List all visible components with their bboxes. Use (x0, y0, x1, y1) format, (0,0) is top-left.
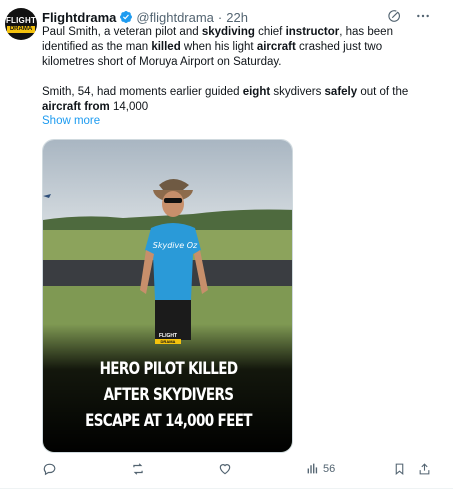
tweet-text-segment: Paul Smith, a veteran pilot and (42, 26, 202, 38)
reply-button[interactable] (42, 462, 60, 476)
tweet-card[interactable]: FLIGHT DRAMA Flightdrama @flightdrama · … (0, 0, 453, 489)
tweet-media-image[interactable]: Skydive Oz FLIGHT DRAMA HERO PILOT KILLE… (42, 139, 293, 453)
tweet-text-bold-segment: aircraft (42, 101, 81, 113)
tweet-text-segment: out of the (357, 86, 409, 98)
tweet-text-bold-segment: safely (324, 86, 358, 98)
tweet-text-bold-segment: instructor (285, 26, 340, 38)
shirt-logo-text: Skydive Oz (153, 241, 198, 250)
grok-icon[interactable] (387, 9, 401, 23)
share-icon (418, 462, 431, 476)
repost-button[interactable] (130, 462, 150, 476)
tweet-text-bold-segment: from (84, 101, 110, 113)
verified-badge-icon (119, 10, 133, 24)
media-headline: HERO PILOT KILLED AFTER SKYDIVERS ESCAPE… (66, 356, 272, 434)
watermark-logo-line2: DRAMA (155, 339, 181, 344)
views-count: 56 (323, 462, 336, 475)
tweet-text-segment: chief (254, 26, 286, 38)
tweet-text-segment: when his light (180, 41, 257, 53)
like-button[interactable] (218, 462, 236, 476)
tweet-text-segment: 14,000 (109, 101, 149, 113)
avatar-logo-line2: DRAMA (6, 25, 36, 33)
watermark-logo: FLIGHT DRAMA (155, 333, 181, 344)
tweet-text-segment: skydivers (270, 86, 325, 98)
reply-icon (42, 462, 56, 476)
show-more-link[interactable]: Show more (42, 115, 100, 127)
tweet-text-paragraph-1: Paul Smith, a veteran pilot and skydivin… (42, 25, 422, 70)
headline-line: AFTER SKYDIVERS (103, 385, 234, 404)
repost-icon (130, 462, 146, 476)
tweet-text-bold-segment: eight (242, 86, 271, 98)
author-display-name[interactable]: Flightdrama (42, 10, 116, 25)
tweet-text-bold-segment: skydiving (201, 26, 255, 38)
views-icon (306, 462, 319, 475)
author-handle[interactable]: @flightdrama (136, 10, 214, 25)
tweet-text-bold-segment: killed (151, 41, 181, 53)
headline-line: ESCAPE AT 14,000 FEET (85, 411, 252, 430)
top-actions (387, 8, 431, 24)
like-icon (218, 462, 232, 476)
tweet-text-bold-segment: aircraft (256, 41, 296, 53)
bookmark-icon (393, 462, 406, 476)
tweet-text-segment: Smith, 54, had moments earlier guided (42, 86, 243, 98)
more-icon[interactable] (415, 8, 431, 24)
avatar[interactable]: FLIGHT DRAMA (5, 8, 37, 40)
share-button[interactable] (418, 462, 431, 476)
tweet-action-bar: 56 (0, 462, 453, 480)
header-separator: · (217, 9, 223, 25)
tweet-timestamp[interactable]: 22h (226, 10, 248, 25)
headline-line: HERO PILOT KILLED (99, 359, 238, 378)
avatar-logo-line1: FLIGHT (5, 15, 37, 25)
views-button[interactable]: 56 (306, 462, 335, 475)
tweet-text-paragraph-2: Smith, 54, had moments earlier guided ei… (42, 85, 422, 115)
tweet-header: Flightdrama @flightdrama · 22h (42, 9, 248, 25)
bookmark-button[interactable] (393, 462, 406, 476)
